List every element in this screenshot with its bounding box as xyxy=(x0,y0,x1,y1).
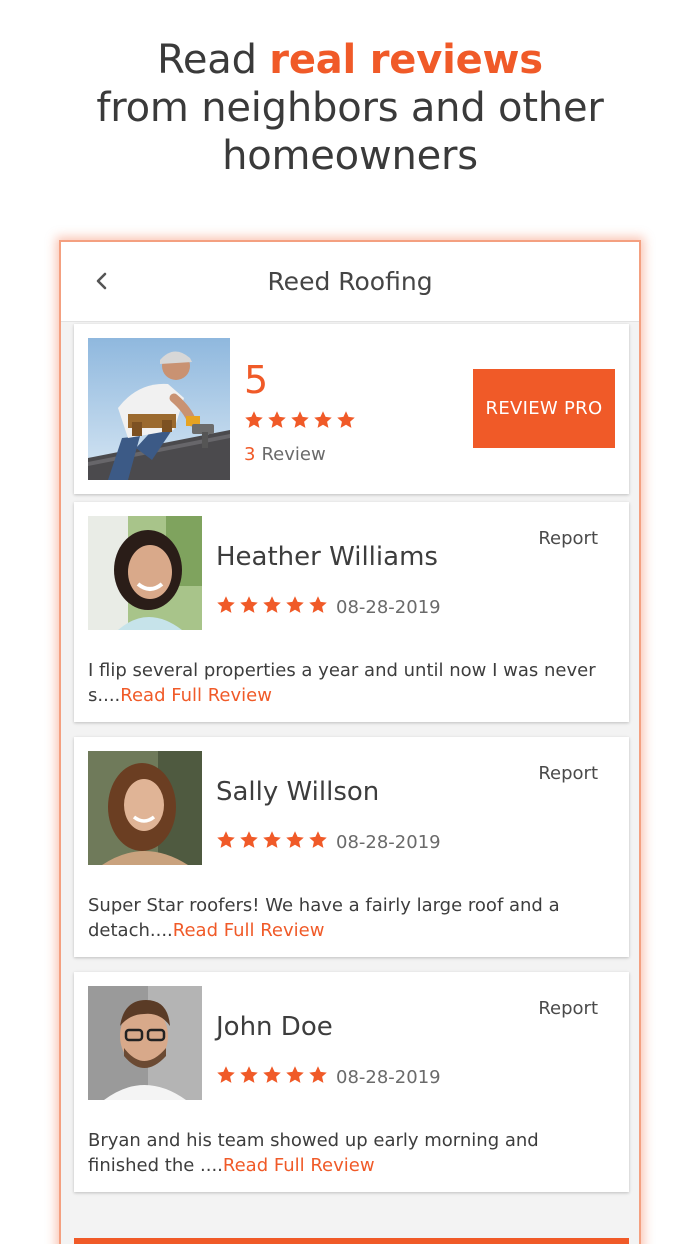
star-icon xyxy=(337,411,355,428)
review-date: 08-28-2019 xyxy=(336,1067,441,1088)
star-icon xyxy=(309,831,327,848)
review-rating-stars xyxy=(216,830,328,850)
headline-prefix: Read xyxy=(157,37,270,83)
review-excerpt: Bryan and his team showed up early morni… xyxy=(88,1128,608,1178)
overall-rating-stars xyxy=(244,410,356,430)
review-pro-button[interactable]: REVIEW PRO xyxy=(473,369,615,448)
review-date: 08-28-2019 xyxy=(336,597,441,618)
report-link[interactable]: Report xyxy=(538,763,598,784)
star-icon xyxy=(263,596,281,613)
review-date: 08-28-2019 xyxy=(336,832,441,853)
star-icon xyxy=(309,596,327,613)
reviewer-name: Sally Willson xyxy=(216,777,380,807)
star-icon xyxy=(286,596,304,613)
review-rating-stars xyxy=(216,595,328,615)
report-link[interactable]: Report xyxy=(538,998,598,1019)
promo-headline: Read real reviews from neighbors and oth… xyxy=(0,36,700,180)
star-icon xyxy=(240,1066,258,1083)
star-icon xyxy=(286,831,304,848)
star-icon xyxy=(309,1066,327,1083)
review-excerpt: I flip several properties a year and unt… xyxy=(88,658,608,708)
phone-screen: Reed Roofing 5 3 Review REVIEW PRO Heath… xyxy=(59,240,641,1244)
review-card: Heather Williams Report 08-28-2019 I fli… xyxy=(74,502,629,722)
star-icon xyxy=(240,596,258,613)
star-icon xyxy=(217,596,235,613)
bottom-action-bar[interactable] xyxy=(74,1238,629,1244)
review-count-label: Review xyxy=(261,444,326,465)
star-icon xyxy=(314,411,332,428)
overall-score: 5 xyxy=(244,358,269,402)
headline-accent: real reviews xyxy=(269,37,543,83)
top-app-bar: Reed Roofing xyxy=(61,242,639,322)
pro-summary-card: 5 3 Review REVIEW PRO xyxy=(74,324,629,494)
star-icon xyxy=(217,1066,235,1083)
review-excerpt: Super Star roofers! We have a fairly lar… xyxy=(88,893,608,943)
star-icon xyxy=(268,411,286,428)
star-icon xyxy=(263,1066,281,1083)
reviewer-avatar xyxy=(88,986,202,1100)
read-full-review-link[interactable]: Read Full Review xyxy=(223,1155,375,1176)
reviewer-avatar xyxy=(88,751,202,865)
star-icon xyxy=(291,411,309,428)
review-count: 3 Review xyxy=(244,444,326,465)
star-icon xyxy=(217,831,235,848)
star-icon xyxy=(286,1066,304,1083)
headline-line-2: from neighbors and other xyxy=(96,85,604,131)
report-link[interactable]: Report xyxy=(538,528,598,549)
star-icon xyxy=(245,411,263,428)
read-full-review-link[interactable]: Read Full Review xyxy=(120,685,272,706)
headline-line-3: homeowners xyxy=(222,133,478,179)
review-rating-stars xyxy=(216,1065,328,1085)
reviewer-avatar xyxy=(88,516,202,630)
star-icon xyxy=(263,831,281,848)
star-icon xyxy=(240,831,258,848)
review-card: John Doe Report 08-28-2019 Bryan and his… xyxy=(74,972,629,1192)
review-count-number: 3 xyxy=(244,444,256,465)
headline-line-1: Read real reviews xyxy=(0,36,700,84)
reviewer-name: John Doe xyxy=(216,1012,333,1042)
roofer-photo xyxy=(88,338,230,480)
review-card: Sally Willson Report 08-28-2019 Super St… xyxy=(74,737,629,957)
read-full-review-link[interactable]: Read Full Review xyxy=(173,920,325,941)
reviewer-name: Heather Williams xyxy=(216,542,438,572)
page-title: Reed Roofing xyxy=(267,267,433,296)
